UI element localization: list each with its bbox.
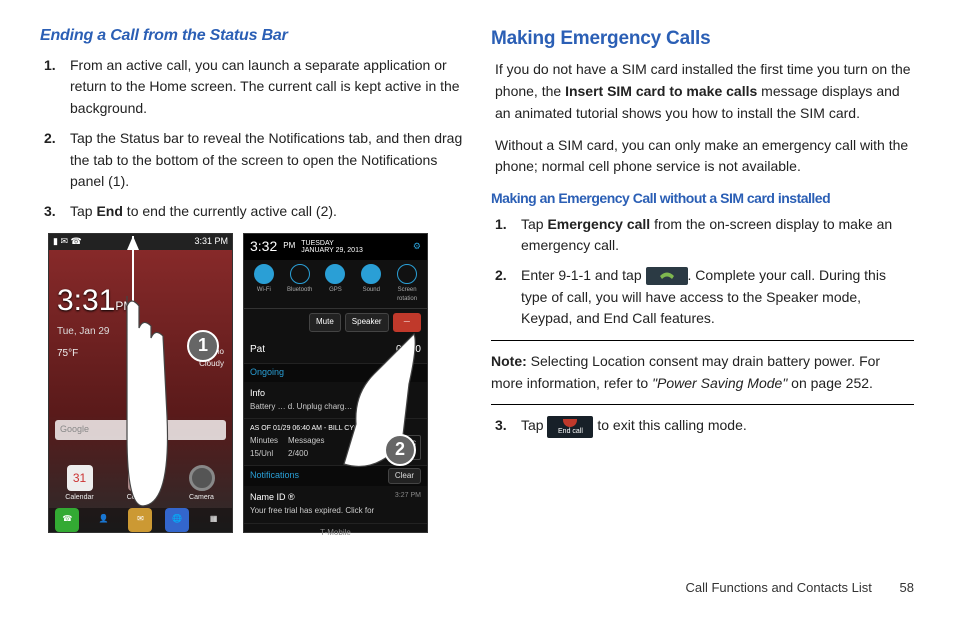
heading-emergency: Making Emergency Calls [491, 24, 914, 53]
steps-right: 1. Tap Emergency call from the on-screen… [491, 214, 914, 330]
rstep-3: 3. Tap End call to exit this calling mod… [521, 415, 914, 437]
left-column: Ending a Call from the Status Bar 1. Fro… [40, 24, 463, 580]
footer-section-title: Call Functions and Contacts List [685, 580, 871, 595]
steps-right-cont: 3. Tap End call to exit this calling mod… [491, 415, 914, 437]
phone-notif-screenshot: 3:32 PM TUESDAY JANUARY 29, 2013 ⚙ Wi-Fi… [243, 233, 428, 533]
step-3-pre: Tap [70, 203, 96, 219]
hand-drag-icon [93, 236, 173, 516]
step-3: 3. Tap End to end the currently active c… [70, 201, 463, 223]
emergency-p2: Without a SIM card, you can only make an… [495, 135, 914, 178]
notif-top-meta: 3:32 PM TUESDAY JANUARY 29, 2013 ⚙ [244, 234, 427, 260]
rstep-2: 2. Enter 9-1-1 and tap . Complete your c… [521, 265, 914, 330]
page: Ending a Call from the Status Bar 1. Fro… [0, 0, 954, 580]
step-3-bold: End [96, 203, 122, 219]
notif-nameid: Name ID ® 3:27 PM Your free trial has ex… [244, 486, 427, 523]
right-column: Making Emergency Calls If you do not hav… [491, 24, 914, 580]
nav-phone-icon: ☎ [55, 508, 79, 532]
status-time: 3:31 PM [194, 235, 228, 249]
note-label: Note: [491, 353, 527, 369]
step-1-text: From an active call, you can launch a se… [70, 57, 460, 116]
gear-icon: ⚙ [413, 240, 421, 254]
rule-top [491, 340, 914, 341]
step-1: 1. From an active call, you can launch a… [70, 55, 463, 120]
page-number: 58 [900, 580, 914, 595]
steps-left: 1. From an active call, you can launch a… [40, 55, 463, 223]
step-2: 2. Tap the Status bar to reveal the Noti… [70, 128, 463, 193]
dial-call-icon [646, 267, 688, 285]
page-footer: Call Functions and Contacts List 58 [0, 580, 954, 595]
temp: 75°F [57, 346, 78, 371]
emergency-p1: If you do not have a SIM card installed … [495, 59, 914, 124]
rstep-1: 1. Tap Emergency call from the on-screen… [521, 214, 914, 257]
callout-badge-1: 1 [187, 330, 219, 362]
quick-toggles: Wi-Fi Bluetooth GPS Sound Screen rotatio… [244, 260, 427, 310]
subheading-no-sim: Making an Emergency Call without a SIM c… [491, 188, 914, 210]
app-camera: Camera [187, 465, 217, 504]
app-calendar: 31 Calendar [65, 465, 95, 504]
nav-apps-icon: ▦ [202, 508, 226, 532]
step-3-post: to end the currently active call (2). [123, 203, 337, 219]
rule-bottom [491, 404, 914, 405]
end-call-icon: End call [547, 416, 593, 438]
phone-home-screenshot: ▮ ✉ ☎ 3:31 PM 3:31PM Tue, Jan 29 75°F Pl… [48, 233, 233, 533]
carrier-label: T-Mobile [244, 524, 427, 542]
note-block: Note: Selecting Location consent may dra… [491, 351, 914, 394]
status-left-icons: ▮ ✉ ☎ [53, 235, 82, 249]
heading-ending-call: Ending a Call from the Status Bar [40, 24, 463, 49]
screenshots: ▮ ✉ ☎ 3:31 PM 3:31PM Tue, Jan 29 75°F Pl… [48, 233, 463, 533]
callout-badge-2: 2 [384, 434, 416, 466]
step-2-text: Tap the Status bar to reveal the Notific… [70, 130, 462, 189]
